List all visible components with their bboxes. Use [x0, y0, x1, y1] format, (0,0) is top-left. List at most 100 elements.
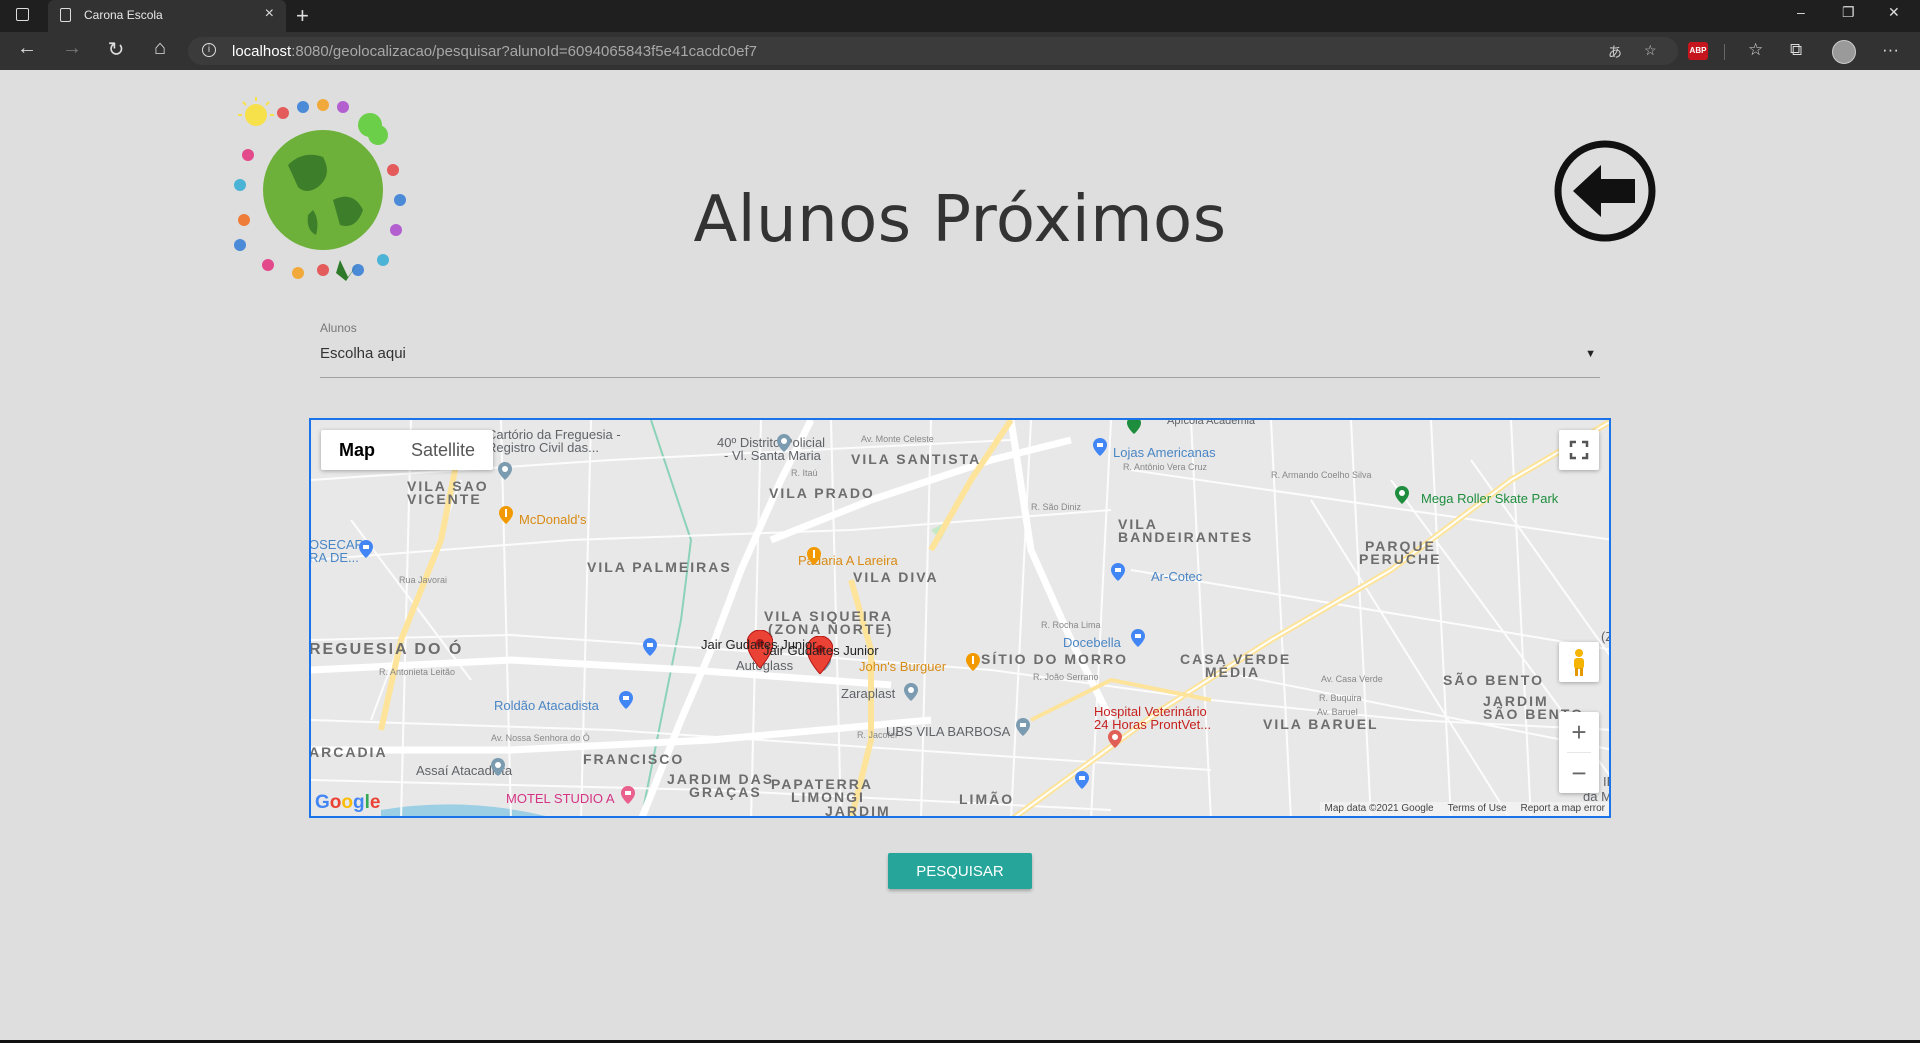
more-menu-icon[interactable]: ··· — [1882, 40, 1899, 60]
hotel-pin-icon[interactable] — [621, 786, 635, 804]
students-select-value[interactable]: Escolha aqui — [320, 345, 406, 362]
toolbar-separator — [1724, 44, 1725, 60]
zoom-out-button[interactable]: − — [1559, 753, 1599, 793]
minimize-icon[interactable]: – — [1797, 4, 1805, 20]
new-tab-button[interactable]: + — [296, 3, 309, 29]
shopping-pin-icon[interactable] — [1131, 629, 1145, 647]
zoom-control[interactable]: + − — [1559, 712, 1599, 793]
collections-icon[interactable]: ⧉ — [1790, 40, 1802, 60]
shopping-pin-icon[interactable] — [619, 691, 633, 709]
favorites-icon[interactable]: ☆ — [1748, 40, 1763, 60]
street-label: Rua Javorai — [399, 575, 448, 585]
back-arrow-icon[interactable]: ← — [14, 37, 40, 60]
tab-actions-icon[interactable] — [16, 8, 29, 21]
poi-label[interactable]: Registro Civil das... — [487, 441, 599, 455]
street-label: R. Rocha Lima — [1041, 620, 1101, 630]
map-pin-icon[interactable] — [498, 462, 512, 480]
students-select[interactable]: Alunos Escolha aqui ▼ — [320, 318, 1600, 378]
map-area-label: PERUCHE — [1359, 551, 1442, 567]
street-label: R. Armando Coelho Silva — [1271, 470, 1372, 480]
shopping-pin-icon[interactable] — [643, 638, 657, 656]
map-type-control[interactable]: Map Satellite — [321, 430, 494, 470]
street-label: Av. Baruel — [1317, 707, 1358, 717]
student-marker-label[interactable]: Jair Gudaites Junior — [763, 644, 879, 658]
poi-label[interactable]: - Vl. Santa Maria — [724, 449, 821, 463]
poi-label[interactable]: MOTEL STUDIO A — [506, 792, 615, 806]
adblock-extension-icon[interactable]: ABP — [1688, 42, 1708, 60]
poi-label[interactable]: John's Burguer — [859, 660, 946, 674]
police-pin-icon[interactable] — [777, 434, 791, 452]
poi-label[interactable]: Mega Roller Skate Park — [1421, 492, 1558, 506]
profile-avatar[interactable] — [1832, 40, 1856, 64]
forward-arrow-icon[interactable]: → — [59, 37, 85, 60]
dropdown-caret-icon[interactable]: ▼ — [1585, 348, 1596, 360]
restaurant-pin-icon[interactable] — [807, 547, 821, 565]
poi-label[interactable]: Apícola Academia — [1167, 420, 1255, 428]
address-bar[interactable]: i localhost:8080/geolocalizacao/pesquisa… — [188, 37, 1678, 65]
tab-title: Carona Escola — [84, 8, 163, 22]
map-type-satellite-button[interactable]: Satellite — [393, 430, 493, 470]
close-window-icon[interactable]: ✕ — [1888, 4, 1900, 21]
poi-label[interactable]: Docebella — [1063, 636, 1121, 650]
map-area-label: JARDIM — [825, 803, 891, 818]
shopping-pin-icon[interactable] — [1093, 438, 1107, 456]
read-aloud-icon[interactable]: あ — [1608, 42, 1622, 62]
google-logo[interactable]: Google — [315, 792, 380, 814]
street-label: Av. Nossa Senhora do Ó — [491, 733, 590, 743]
google-map[interactable]: VILA SANTISTA VILA PRADO VILA SAO VICENT… — [309, 418, 1611, 818]
street-label: Av. Casa Verde — [1321, 674, 1383, 684]
restaurant-pin-icon[interactable] — [966, 653, 980, 671]
poi-label[interactable]: Roldão Atacadista — [494, 699, 599, 713]
add-favorite-icon[interactable]: ☆ — [1644, 42, 1657, 59]
health-pin-icon[interactable] — [1016, 718, 1030, 736]
park-pin-icon[interactable] — [1395, 486, 1409, 504]
restaurant-pin-icon[interactable] — [499, 506, 513, 524]
refresh-icon[interactable]: ↻ — [103, 37, 129, 62]
map-area-label: (ZONA NORTE) — [768, 621, 894, 637]
browser-tab-bar: Carona Escola × + – ❐ ✕ — [0, 0, 1920, 32]
street-label: R. São Diniz — [1031, 502, 1082, 512]
poi-label[interactable]: McDonald's — [519, 513, 587, 527]
shopping-pin-icon[interactable] — [359, 540, 373, 558]
fullscreen-button[interactable] — [1559, 430, 1599, 470]
map-data-credit: Map data ©2021 Google — [1324, 803, 1434, 814]
terms-link[interactable]: Terms of Use — [1448, 802, 1507, 816]
poi-label[interactable]: Lojas Americanas — [1113, 446, 1216, 460]
poi-label: IE — [1603, 774, 1609, 789]
zoom-in-button[interactable]: + — [1559, 712, 1599, 752]
close-tab-icon[interactable]: × — [265, 5, 274, 23]
map-area-label: REGUESIA DO Ó — [309, 641, 464, 658]
search-button[interactable]: PESQUISAR — [888, 853, 1032, 889]
home-icon[interactable]: ⌂ — [147, 37, 173, 60]
hospital-pin-icon[interactable] — [1108, 730, 1122, 748]
map-pin-icon[interactable] — [904, 683, 918, 701]
street-label: R. Buquira — [1319, 693, 1362, 703]
map-attribution: Map data ©2021 Google Terms of Use Repor… — [1320, 802, 1609, 816]
report-error-link[interactable]: Report a map error — [1521, 802, 1605, 816]
poi-label[interactable]: RA DE... — [311, 551, 359, 565]
select-underline — [320, 377, 1600, 378]
site-info-icon[interactable]: i — [202, 43, 216, 57]
map-area-label: VILA PALMEIRAS — [587, 559, 732, 575]
back-arrow-icon[interactable] — [1553, 139, 1657, 243]
shopping-pin-icon[interactable] — [1111, 563, 1125, 581]
map-area-label: VICENTE — [407, 491, 482, 507]
shopping-pin-icon[interactable] — [1075, 771, 1089, 789]
map-area-label: VILA PRADO — [769, 485, 875, 501]
map-area-label: VILA BARUEL — [1263, 716, 1379, 732]
poi-label[interactable]: Zaraplast — [841, 687, 895, 701]
street-view-pegman[interactable] — [1559, 642, 1599, 682]
map-type-map-button[interactable]: Map — [321, 430, 393, 470]
map-area-label: GRAÇAS — [689, 784, 762, 800]
map-area-label: ARCADIA — [309, 744, 388, 760]
park-pin-icon[interactable] — [1127, 418, 1141, 434]
poi-label[interactable]: Ar-Cotec — [1151, 570, 1202, 584]
restore-icon[interactable]: ❐ — [1842, 4, 1855, 21]
map-pin-icon[interactable] — [491, 758, 505, 776]
map-area-label: SÍTIO DO MORRO — [981, 651, 1128, 667]
browser-tab[interactable]: Carona Escola × — [48, 0, 286, 32]
url-text[interactable]: localhost:8080/geolocalizacao/pesquisar?… — [232, 43, 757, 60]
poi-label[interactable]: UBS VILA BARBOSA — [886, 725, 1010, 739]
map-area-label: BANDEIRANTES — [1118, 529, 1254, 545]
students-select-label: Alunos — [320, 321, 357, 335]
